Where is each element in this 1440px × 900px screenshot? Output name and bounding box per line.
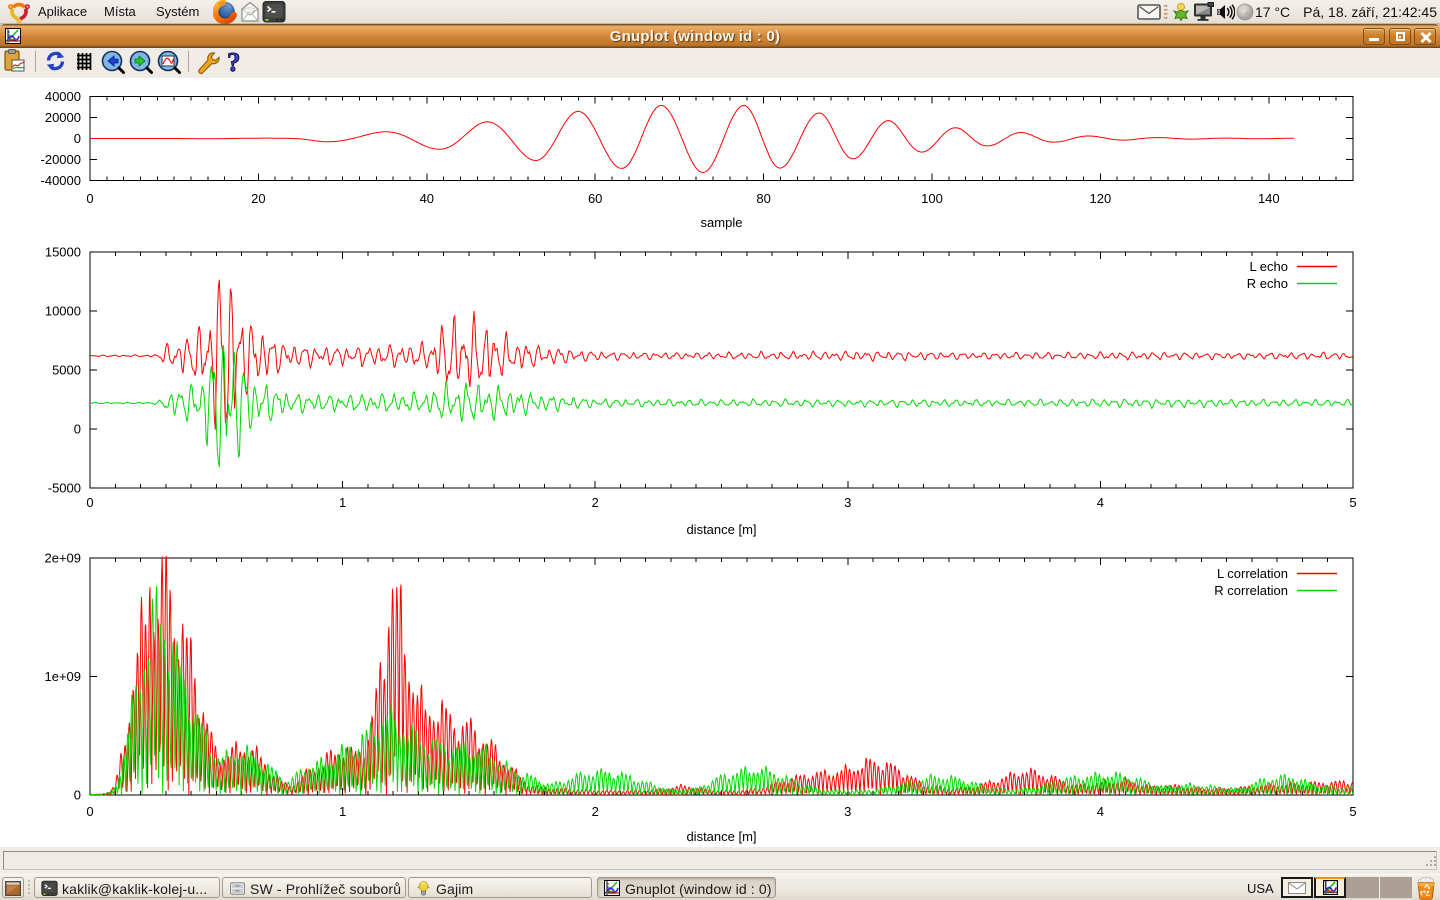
svg-text:20000: 20000 (45, 110, 81, 125)
svg-text:R correlation: R correlation (1214, 583, 1288, 598)
svg-text:-40000: -40000 (41, 173, 81, 188)
svg-text:5: 5 (1349, 495, 1356, 510)
svg-text:2: 2 (592, 495, 599, 510)
svg-text:140: 140 (1258, 191, 1280, 206)
svg-text:5: 5 (1349, 804, 1356, 819)
svg-text:1: 1 (339, 495, 346, 510)
svg-text:20: 20 (251, 191, 265, 206)
svg-text:2: 2 (592, 804, 599, 819)
svg-text:4: 4 (1097, 804, 1104, 819)
svg-text:0: 0 (74, 788, 81, 803)
svg-text:1: 1 (339, 804, 346, 819)
svg-text:10000: 10000 (45, 304, 81, 319)
svg-text:-20000: -20000 (41, 152, 81, 167)
svg-text:0: 0 (86, 191, 93, 206)
svg-text:-5000: -5000 (48, 481, 81, 496)
svg-text:0: 0 (74, 422, 81, 437)
svg-text:5000: 5000 (52, 363, 81, 378)
svg-text:distance [m]: distance [m] (686, 829, 756, 844)
svg-text:sample: sample (701, 215, 743, 230)
svg-text:1e+09: 1e+09 (44, 669, 81, 684)
svg-text:0: 0 (74, 131, 81, 146)
svg-text:4: 4 (1097, 495, 1104, 510)
svg-text:80: 80 (756, 191, 770, 206)
svg-text:?: ? (227, 48, 241, 77)
svg-text:120: 120 (1090, 191, 1112, 206)
svg-text:L correlation: L correlation (1217, 566, 1288, 581)
svg-text:R echo: R echo (1247, 276, 1288, 291)
svg-text:40: 40 (420, 191, 434, 206)
svg-text:0: 0 (86, 804, 93, 819)
svg-text:40000: 40000 (45, 89, 81, 104)
svg-text:60: 60 (588, 191, 602, 206)
svg-text:distance [m]: distance [m] (686, 522, 756, 537)
svg-text:100: 100 (921, 191, 943, 206)
svg-text:2e+09: 2e+09 (44, 551, 81, 566)
svg-text:0: 0 (86, 495, 93, 510)
svg-text:15000: 15000 (45, 245, 81, 260)
svg-text:L echo: L echo (1249, 259, 1288, 274)
svg-text:3: 3 (844, 495, 851, 510)
svg-text:3: 3 (844, 804, 851, 819)
